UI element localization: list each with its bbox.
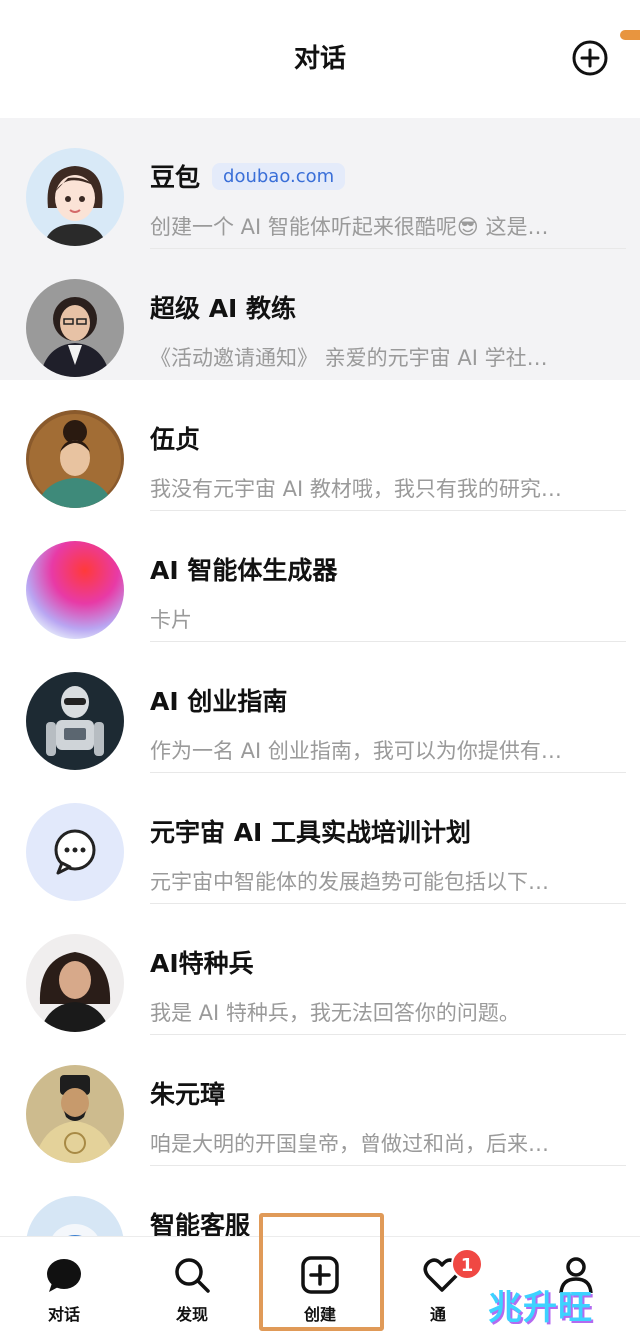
conversation-item[interactable]: 元宇宙 AI 工具实战培训计划 元宇宙中智能体的发展趋势可能包括以下…	[0, 773, 640, 904]
conversation-name: 朱元璋	[150, 1080, 226, 1109]
conversation-item[interactable]: 豆包 doubao.com 创建一个 AI 智能体听起来很酷呢😎 这是…	[0, 118, 640, 249]
conversation-name: 豆包	[150, 163, 201, 192]
conversation-preview: 我是 AI 特种兵，我无法回答你的问题。	[150, 1001, 520, 1025]
conversation-preview: 《活动邀请通知》 亲爱的元宇宙 AI 学社…	[150, 346, 548, 370]
notification-badge: 1	[451, 1248, 483, 1280]
avatar	[26, 279, 124, 377]
chat-bubble-icon	[47, 1259, 81, 1292]
conversation-item[interactable]: AI 智能体生成器 卡片	[0, 511, 640, 642]
conversation-name: AI特种兵	[150, 949, 254, 978]
chat-bubble-avatar-icon	[26, 803, 124, 901]
conversation-name: AI 创业指南	[150, 687, 288, 716]
avatar	[26, 672, 124, 770]
conversation-name: 智能客服	[150, 1211, 251, 1236]
edge-indicator	[620, 30, 640, 40]
tab-chat[interactable]: 对话	[14, 1237, 114, 1334]
tab-discover[interactable]: 发现	[142, 1237, 242, 1334]
conversation-item[interactable]: 朱元璋 咱是大明的开国皇帝，曾做过和尚，后来…	[0, 1035, 640, 1166]
conversation-preview: 元宇宙中智能体的发展趋势可能包括以下…	[150, 870, 549, 894]
avatar	[26, 1196, 124, 1236]
top-bar: 对话	[0, 0, 640, 118]
avatar	[26, 148, 124, 246]
tab-label: 通	[430, 1305, 447, 1324]
conversation-item[interactable]: 伍贞 我没有元宇宙 AI 教材哦，我只有我的研究…	[0, 380, 640, 511]
conversation-preview: 我没有元宇宙 AI 教材哦，我只有我的研究…	[150, 477, 562, 501]
conversation-preview: 卡片	[150, 608, 192, 632]
conversation-preview: 咱是大明的开国皇帝，曾做过和尚，后来…	[150, 1132, 549, 1156]
avatar	[26, 1065, 124, 1163]
domain-badge: doubao.com	[212, 162, 346, 190]
conversation-name: 伍贞	[150, 425, 201, 454]
conversation-name: AI 智能体生成器	[150, 556, 338, 585]
conversation-list: 豆包 doubao.com 创建一个 AI 智能体听起来很酷呢😎 这是… 超级 …	[0, 118, 640, 1236]
avatar	[26, 541, 124, 639]
page-title: 对话	[293, 44, 346, 74]
plus-circle-icon[interactable]	[570, 38, 610, 78]
conversation-item[interactable]: 超级 AI 教练 《活动邀请通知》 亲爱的元宇宙 AI 学社…	[0, 249, 640, 380]
conversation-item[interactable]: AI 创业指南 作为一名 AI 创业指南，我可以为你提供有…	[0, 642, 640, 773]
tab-label: 发现	[175, 1305, 208, 1324]
create-tab-highlight	[259, 1213, 384, 1331]
conversation-name: 超级 AI 教练	[150, 294, 297, 323]
search-icon	[175, 1258, 210, 1293]
conversation-preview: 作为一名 AI 创业指南，我可以为你提供有…	[150, 739, 562, 763]
conversation-item[interactable]: AI特种兵 我是 AI 特种兵，我无法回答你的问题。	[0, 904, 640, 1035]
avatar	[26, 410, 124, 508]
tab-label: 对话	[47, 1305, 80, 1324]
conversation-preview: 创建一个 AI 智能体听起来很酷呢😎 这是…	[150, 215, 549, 239]
avatar	[26, 934, 124, 1032]
watermark: 兆升旺	[488, 1288, 593, 1328]
conversation-name: 元宇宙 AI 工具实战培训计划	[150, 818, 472, 847]
